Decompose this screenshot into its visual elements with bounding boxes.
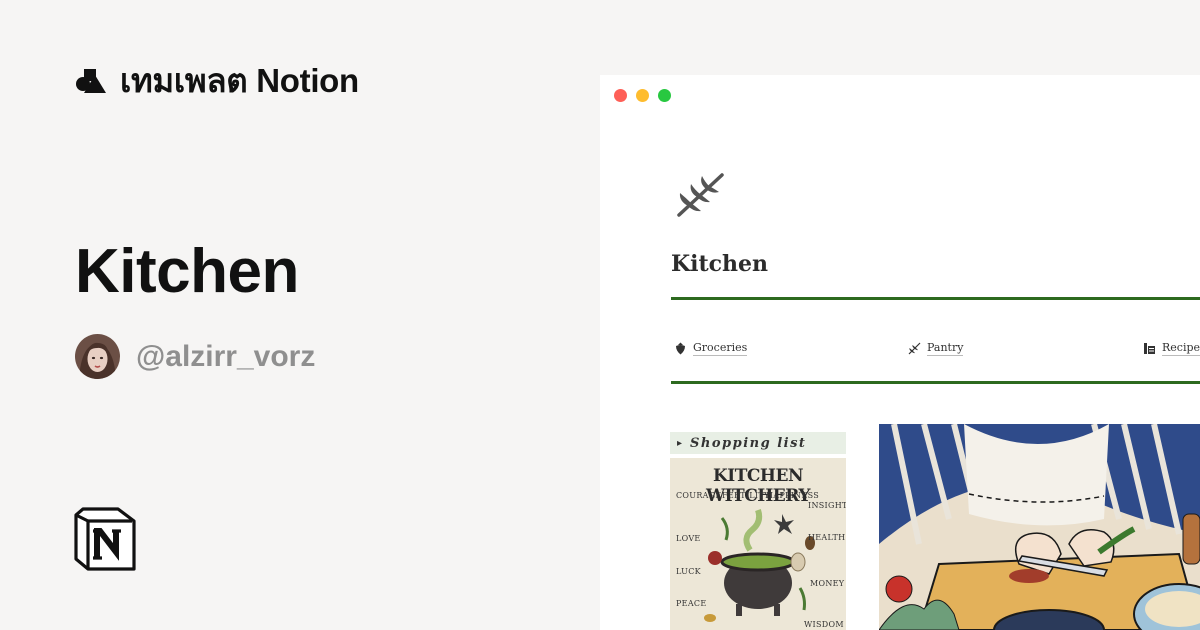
recipes-link[interactable]: Recipes — [1143, 341, 1200, 356]
minimize-window-button[interactable] — [636, 89, 649, 102]
divider — [671, 297, 1200, 300]
cooking-illustration — [879, 424, 1200, 630]
preview-window: Kitchen Groceries Pantry Recipes — [600, 75, 1200, 630]
author-username[interactable]: @alzirr_vorz — [136, 340, 315, 374]
notion-logo-icon — [74, 507, 136, 571]
divider — [671, 381, 1200, 384]
shapes-logo-icon — [76, 69, 106, 93]
brand-name: เทมเพลต Notion — [120, 61, 359, 99]
rosemary-sprig-icon — [677, 173, 724, 217]
brand: เทมเพลต Notion — [76, 60, 359, 100]
cookbook-icon — [1144, 343, 1155, 354]
author[interactable]: @alzirr_vorz — [75, 334, 315, 379]
pantry-link[interactable]: Pantry — [908, 341, 964, 356]
close-window-button[interactable] — [614, 89, 627, 102]
toggle-label: Shopping list — [690, 435, 807, 451]
maximize-window-button[interactable] — [658, 89, 671, 102]
template-title: Kitchen — [75, 237, 299, 306]
poster-title: KITCHEN WITCHERY — [706, 466, 811, 506]
shopping-list-toggle[interactable]: ▸ Shopping list — [670, 432, 846, 454]
window-controls — [614, 89, 671, 102]
groceries-link[interactable]: Groceries — [674, 341, 748, 356]
page-title: Kitchen — [671, 251, 769, 277]
triangle-right-icon: ▸ — [677, 437, 683, 449]
rosemary-sprig-icon — [908, 342, 921, 355]
kitchen-witchery-poster: KITCHEN WITCHERY COURAGE FERTILITY HAPPI… — [670, 458, 846, 630]
avatar[interactable] — [75, 334, 120, 379]
strawberry-icon — [676, 342, 685, 355]
avatar-image — [75, 334, 120, 379]
page-links: Groceries Pantry Recipes — [674, 341, 1200, 361]
